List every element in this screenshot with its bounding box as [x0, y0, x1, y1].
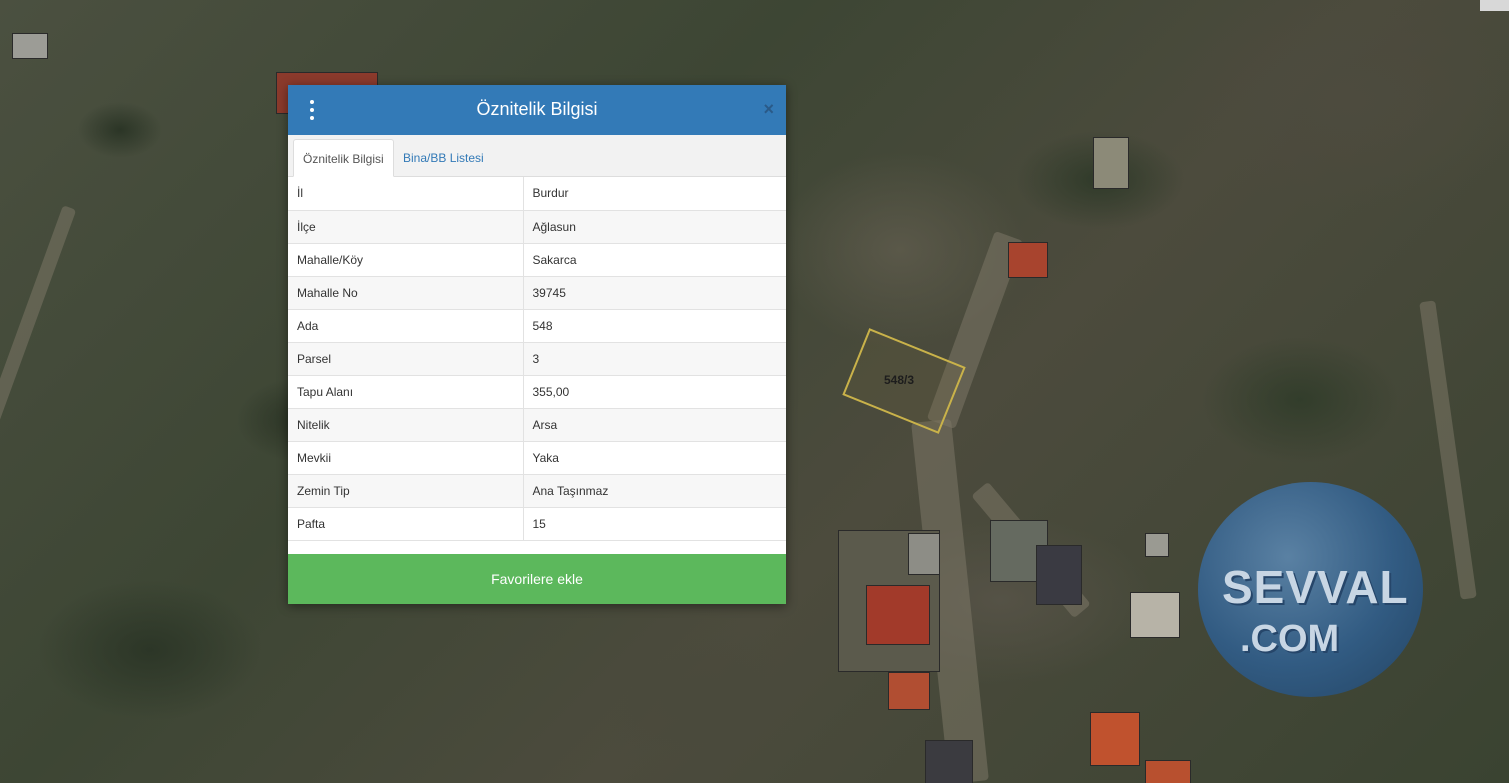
row-key: Tapu Alanı: [288, 375, 524, 409]
row-value: 355,00: [523, 375, 786, 409]
table-row: Nitelik Arsa: [288, 408, 786, 442]
dialog-header[interactable]: Öznitelik Bilgisi ×: [288, 85, 786, 135]
row-key: Mahalle No: [288, 276, 524, 310]
table-row: Zemin Tip Ana Taşınmaz: [288, 474, 786, 508]
table-row: Mevkii Yaka: [288, 441, 786, 475]
tab-bar: Öznitelik Bilgisi Bina/BB Listesi: [288, 135, 786, 177]
row-key: Mahalle/Köy: [288, 243, 524, 277]
parcel-label: 548/3: [884, 373, 915, 387]
row-value: 548: [523, 309, 786, 343]
row-value: Ana Taşınmaz: [523, 474, 786, 508]
building: [908, 533, 940, 575]
table-row: Mahalle/Köy Sakarca: [288, 243, 786, 277]
row-value: Sakarca: [523, 243, 786, 277]
table-row: Tapu Alanı 355,00: [288, 375, 786, 409]
row-key: Mevkii: [288, 441, 524, 475]
map-control-button[interactable]: [1480, 0, 1509, 11]
map-road: [0, 205, 77, 445]
building: [1093, 137, 1129, 189]
map-road: [1419, 300, 1477, 600]
building: [1145, 533, 1169, 557]
row-key: İlçe: [288, 210, 524, 244]
table-row: İl Burdur: [288, 177, 786, 211]
row-key: Parsel: [288, 342, 524, 376]
building: [925, 740, 973, 783]
building: [1008, 242, 1048, 278]
row-key: Nitelik: [288, 408, 524, 442]
building: [1036, 545, 1082, 605]
tab-building-list[interactable]: Bina/BB Listesi: [394, 139, 493, 177]
table-row: Mahalle No 39745: [288, 276, 786, 310]
building: [1130, 592, 1180, 638]
row-value: Ağlasun: [523, 210, 786, 244]
building: [888, 672, 930, 710]
table-row: Ada 548: [288, 309, 786, 343]
dialog-title: Öznitelik Bilgisi: [476, 99, 598, 119]
row-value: 15: [523, 507, 786, 541]
building: [1090, 712, 1140, 766]
row-key: Ada: [288, 309, 524, 343]
tab-attribute-info[interactable]: Öznitelik Bilgisi: [293, 139, 394, 177]
table-row: İlçe Ağlasun: [288, 210, 786, 244]
row-value: 3: [523, 342, 786, 376]
table-row: Pafta 15: [288, 507, 786, 541]
row-key: İl: [288, 177, 524, 211]
row-key: Zemin Tip: [288, 474, 524, 508]
close-icon[interactable]: ×: [763, 99, 774, 119]
row-value: Yaka: [523, 441, 786, 475]
attribute-table: İl Burdur İlçe Ağlasun Mahalle/Köy Sakarca …: [288, 177, 786, 541]
row-value: Arsa: [523, 408, 786, 442]
row-value: 39745: [523, 276, 786, 310]
building: [12, 33, 48, 59]
row-key: Pafta: [288, 507, 524, 541]
watermark-text: SEVVAL: [1222, 561, 1409, 613]
watermark-text: .COM: [1240, 618, 1340, 660]
table-row: Parsel 3: [288, 342, 786, 376]
building: [1145, 760, 1191, 783]
attribute-info-dialog: Öznitelik Bilgisi × Öznitelik Bilgisi Bi…: [288, 85, 786, 604]
row-value: Burdur: [523, 177, 786, 211]
building: [866, 585, 930, 645]
add-to-favorites-button[interactable]: Favorilere ekle: [288, 554, 786, 604]
